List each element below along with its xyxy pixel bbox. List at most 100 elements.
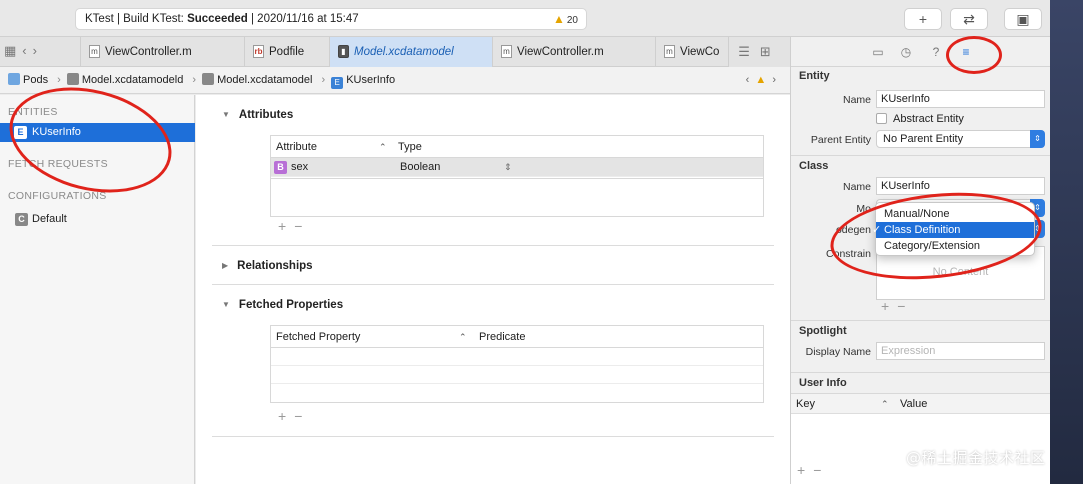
help-inspector-icon[interactable]: ? [927,43,945,61]
next-issue-icon[interactable]: › [772,74,776,86]
section-title: Fetched Properties [238,299,344,311]
entity-row-kuserinfo[interactable]: E KUserInfo [0,123,195,142]
chevron-right-icon: › [321,74,326,86]
type-column-header[interactable]: Type [398,136,422,158]
add-editor-icon[interactable]: ⊞ [760,44,781,59]
minus-icon[interactable]: − [897,298,913,314]
jump-xcdatamodel[interactable]: Model.xcdatamodel [202,73,315,86]
history-inspector-icon[interactable]: ◷ [897,43,915,61]
objc-file-icon: m [501,45,512,58]
configurations-header: CONFIGURATIONS [8,190,107,202]
menu-item-category-extension[interactable]: Category/Extension [876,238,1034,254]
code-review-swap-button[interactable]: ⇄ [950,8,988,30]
grid-icon[interactable]: ▦ [4,43,22,58]
datamodel-bundle-icon [66,73,79,85]
user-info-add-remove: +− [797,462,829,478]
configuration-row-default[interactable]: C Default [0,210,195,228]
fetched-properties-disclosure[interactable]: ▼ Fetched Properties [222,299,343,311]
plus-icon[interactable]: + [881,298,897,314]
jump-label: Model.xcdatamodeld [81,74,184,86]
tab-viewcontroller-3[interactable]: m ViewCo [655,37,728,67]
jump-entity[interactable]: E KUserInfo [331,74,398,89]
file-inspector-icon[interactable]: ▭ [869,43,887,61]
tab-model-xcdatamodel[interactable]: ▮ Model.xcdatamodel [329,37,492,67]
configuration-icon: C [15,213,28,226]
disclosure-open-icon: ▼ [222,110,230,119]
prev-issue-icon[interactable]: ‹ [746,74,750,86]
attributes-table-empty-space [270,179,764,217]
class-name-field[interactable]: KUserInfo [876,177,1045,195]
folder-icon [8,73,20,85]
sort-ascending-icon: ⌃ [379,142,387,152]
warning-icon[interactable]: ▲ [755,74,766,86]
attribute-row[interactable]: B sex Boolean ⇕ [271,158,763,177]
display-name-field[interactable]: Expression [876,342,1045,360]
tab-podfile[interactable]: rb Podfile [244,37,329,67]
tab-viewcontroller-2[interactable]: m ViewController.m [492,37,655,67]
library-add-button[interactable]: + [904,8,942,30]
predicate-column-header[interactable]: Predicate [479,326,525,348]
parent-entity-label: Parent Entity [810,134,871,146]
spotlight-section-header: Spotlight [799,325,847,337]
sort-ascending-icon: ⌃ [459,332,467,342]
warning-icon: ▲ [552,12,565,26]
attribute-name[interactable]: sex [291,158,308,177]
minus-icon[interactable]: − [294,408,310,424]
warning-count: 20 [566,15,578,26]
minus-icon[interactable]: − [294,218,310,234]
sort-ascending-icon: ⌃ [881,399,889,409]
user-info-table: Key ⌃ Value +− [791,393,1050,484]
divider [791,155,1050,156]
disclosure-closed-icon: ▶ [222,261,229,270]
toolbar: KTest | Build KTest: Succeeded | 2020/11… [0,0,1050,37]
inspector-tabs: ▭ ◷ ? ≡ [791,37,1050,67]
constraints-add-remove: +− [881,298,913,314]
section-title: Relationships [237,260,313,272]
attribute-type[interactable]: Boolean [400,158,440,177]
plus-icon[interactable]: + [278,408,294,424]
boolean-type-icon: B [274,161,287,174]
attribute-column-header[interactable]: Attribute [276,136,317,158]
entity-name-field[interactable]: KUserInfo [876,90,1045,108]
key-column-header[interactable]: Key [796,394,815,414]
tab-label: Model.xcdatamodel [354,46,454,58]
tab-viewcontroller-1[interactable]: m ViewController.m [80,37,244,67]
type-stepper-icon[interactable]: ⇕ [504,158,512,177]
menu-item-class-definition[interactable]: ✓ Class Definition [872,222,1034,238]
fetched-empty-row [271,366,763,384]
forward-chevron-icon[interactable]: › [33,43,43,58]
tab-nav-controls: ▦‹› [4,43,43,59]
entity-section-header: Entity [799,70,830,82]
divider [791,372,1050,373]
jump-pods[interactable]: Pods [8,73,51,86]
relationships-disclosure[interactable]: ▶ Relationships [222,260,313,272]
fetched-property-column-header[interactable]: Fetched Property [276,326,360,348]
divider [212,245,774,246]
activity-viewer[interactable]: KTest | Build KTest: Succeeded | 2020/11… [75,8,587,30]
data-model-inspector-icon[interactable]: ≡ [957,43,975,61]
editor-menu-icon[interactable]: ☰ [738,44,760,59]
jump-xcdatamodeld[interactable]: Model.xcdatamodeld [66,73,187,86]
codegen-popup-menu: Manual/None ✓ Class Definition Category/E… [872,202,1035,256]
abstract-entity-checkbox[interactable]: Abstract Entity [876,113,964,125]
menu-item-label: Class Definition [884,224,961,236]
user-info-table-header: Key ⌃ Value [791,394,1050,414]
codegen-label: odegen [835,224,871,236]
plus-icon[interactable]: + [797,462,813,478]
jump-bar: Pods › Model.xcdatamodeld › Model.xcdatamo… [0,67,790,94]
attributes-table: Attribute ⌃ Type B sex Boolean ⇕ S name … [270,135,764,196]
warning-badge[interactable]: ▲ 20 [553,9,578,31]
attributes-disclosure[interactable]: ▼ Attributes [222,109,293,121]
menu-item-manual-none[interactable]: Manual/None [876,206,1034,222]
objc-file-icon: m [664,45,675,58]
entities-header: ENTITIES [8,106,58,118]
minus-icon[interactable]: − [813,462,829,478]
desktop-background [1050,0,1083,484]
value-column-header[interactable]: Value [900,394,927,414]
plus-icon[interactable]: + [278,218,294,234]
back-chevron-icon[interactable]: ‹ [22,43,32,58]
parent-entity-select[interactable]: No Parent Entity ⇕ [876,130,1045,148]
divider [212,284,774,285]
inspector-toggle-button[interactable]: ▣ [1004,8,1042,30]
checkbox-label: Abstract Entity [893,113,964,125]
